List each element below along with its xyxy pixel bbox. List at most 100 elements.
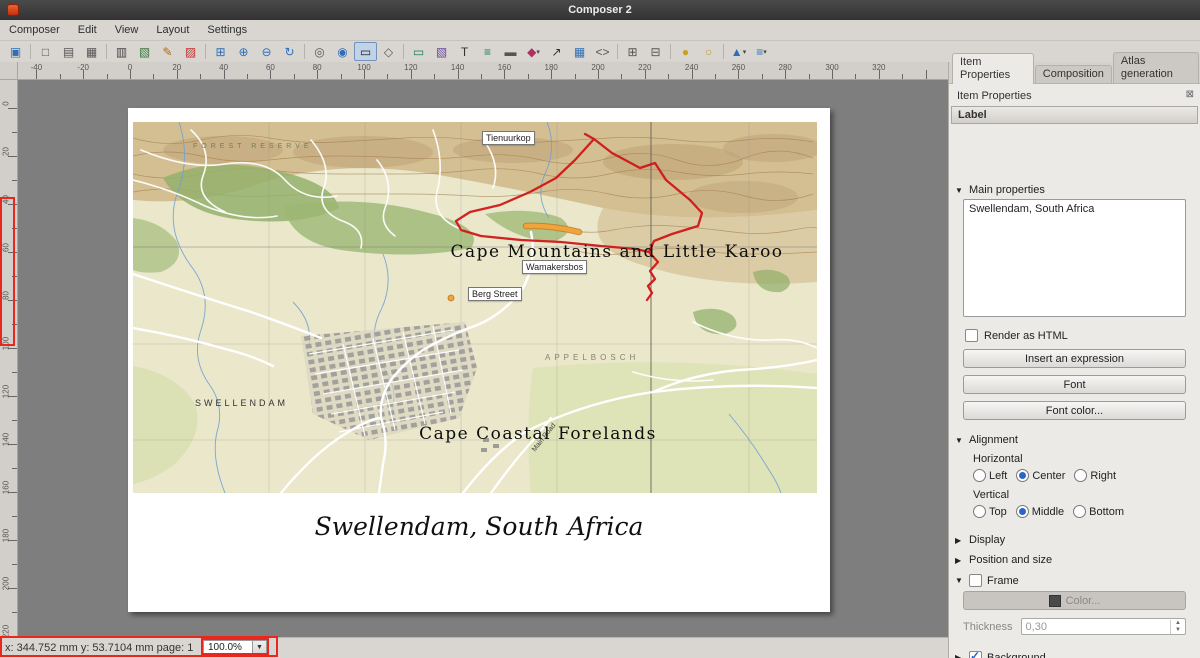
checkbox-icon xyxy=(965,329,978,342)
align-items-icon[interactable]: ≡▾ xyxy=(750,42,773,61)
ruler-label: 300 xyxy=(825,63,838,72)
section-alignment[interactable]: ▼ Alignment xyxy=(949,434,1200,446)
thickness-label: Thickness xyxy=(963,621,1013,633)
radio-icon xyxy=(973,505,986,518)
ruler-label: 200 xyxy=(2,575,11,593)
select-move-item-icon[interactable]: ▭ xyxy=(354,42,377,61)
ruler-label: 220 xyxy=(638,63,651,72)
composition-manager-icon[interactable]: ▦ xyxy=(80,42,103,61)
ruler-tick xyxy=(247,74,248,79)
section-background[interactable]: ▶ Background xyxy=(949,651,1200,658)
ruler-corner xyxy=(0,62,18,80)
align-top-radio[interactable]: Top xyxy=(973,505,1007,518)
add-label-icon[interactable]: T xyxy=(453,42,476,61)
color-swatch xyxy=(1049,595,1061,607)
move-content-icon[interactable]: ◇ xyxy=(377,42,400,61)
lock-items-icon[interactable]: ● xyxy=(674,42,697,61)
menu-layout[interactable]: Layout xyxy=(147,21,198,40)
ruler-label: 80 xyxy=(2,287,11,305)
add-arrow-icon[interactable]: ↗ xyxy=(545,42,568,61)
tab-composition[interactable]: Composition xyxy=(1035,65,1112,83)
thickness-spinbox[interactable]: 0,30 ▲▼ xyxy=(1021,618,1186,635)
ruler-label: 120 xyxy=(404,63,417,72)
composer-canvas[interactable]: FOREST RESERVE SWELLENDAM APPELBOSCH Mai… xyxy=(18,80,948,637)
add-table-icon[interactable]: ▦ xyxy=(568,42,591,61)
map-text-area: APPELBOSCH xyxy=(545,353,639,362)
map-item[interactable]: FOREST RESERVE SWELLENDAM APPELBOSCH Mai… xyxy=(133,122,817,493)
horizontal-alignment-options: Left Center Right xyxy=(973,469,1200,482)
radio-selected-icon xyxy=(1016,505,1029,518)
section-display[interactable]: ▶ Display xyxy=(949,534,1200,546)
new-composition-icon[interactable]: □ xyxy=(34,42,57,61)
map-label-forelands: Cape Coastal Forelands xyxy=(419,424,657,444)
section-frame[interactable]: ▼ Frame xyxy=(949,574,1200,587)
ruler-tick xyxy=(107,74,108,79)
ruler-label: 20 xyxy=(172,63,181,72)
save-icon[interactable]: ▣ xyxy=(4,42,27,61)
ruler-tick xyxy=(153,74,154,79)
raise-items-icon[interactable]: ▲▾ xyxy=(727,42,750,61)
tab-atlas-generation[interactable]: Atlas generation xyxy=(1113,52,1199,83)
menu-settings[interactable]: Settings xyxy=(198,21,256,40)
background-checkbox[interactable] xyxy=(969,651,982,658)
ruler-horizontal: -40-200204060801001201401601802002202402… xyxy=(18,62,948,80)
render-as-html-checkbox[interactable]: Render as HTML xyxy=(965,329,1184,342)
font-button[interactable]: Font xyxy=(963,375,1186,394)
dropdown-arrow-icon[interactable]: ▼ xyxy=(252,641,266,655)
zoom-tool-icon[interactable]: ◉ xyxy=(331,42,354,61)
zoom-in-icon[interactable]: ⊕ xyxy=(232,42,255,61)
section-position-and-size[interactable]: ▶ Position and size xyxy=(949,554,1200,566)
refresh-view-icon[interactable]: ↻ xyxy=(278,42,301,61)
align-center-radio[interactable]: Center xyxy=(1016,469,1065,482)
toolbar-separator xyxy=(30,44,31,59)
add-map-icon[interactable]: ▭ xyxy=(407,42,430,61)
ruler-label: 60 xyxy=(2,239,11,257)
zoom-out-icon[interactable]: ⊖ xyxy=(255,42,278,61)
align-left-radio[interactable]: Left xyxy=(973,469,1007,482)
label-text-input[interactable]: Swellendam, South Africa xyxy=(963,199,1186,317)
ruler-tick xyxy=(926,70,927,79)
export-pdf-icon[interactable]: ▨ xyxy=(179,42,202,61)
ungroup-items-icon[interactable]: ⊟ xyxy=(644,42,667,61)
align-right-radio[interactable]: Right xyxy=(1074,469,1116,482)
tab-item-properties[interactable]: Item Properties xyxy=(952,53,1034,84)
ruler-tick xyxy=(902,74,903,79)
composition-page[interactable]: FOREST RESERVE SWELLENDAM APPELBOSCH Mai… xyxy=(128,108,830,612)
toolbar-separator xyxy=(617,44,618,59)
callout-wamakersbos: Wamakersbos xyxy=(522,260,587,274)
label-item-title[interactable]: Swellendam, South Africa xyxy=(128,512,830,541)
menu-edit[interactable]: Edit xyxy=(69,21,106,40)
panel-close-icon[interactable]: ⊠ xyxy=(1186,89,1194,100)
menu-composer[interactable]: Composer xyxy=(0,21,69,40)
section-main-properties[interactable]: ▼ Main properties xyxy=(949,184,1200,196)
ruler-tick xyxy=(12,420,17,421)
export-svg-icon[interactable]: ✎ xyxy=(156,42,179,61)
export-image-icon[interactable]: ▧ xyxy=(133,42,156,61)
window-close-icon[interactable] xyxy=(7,4,19,16)
radio-icon xyxy=(973,469,986,482)
frame-checkbox[interactable] xyxy=(969,574,982,587)
zoom-full-icon[interactable]: ⊞ xyxy=(209,42,232,61)
menu-view[interactable]: View xyxy=(106,21,148,40)
add-legend-icon[interactable]: ≡ xyxy=(476,42,499,61)
font-color-button[interactable]: Font color... xyxy=(963,401,1186,420)
caret-right-icon: ▶ xyxy=(955,556,964,565)
print-icon[interactable]: ▥ xyxy=(110,42,133,61)
align-bottom-radio[interactable]: Bottom xyxy=(1073,505,1124,518)
toolbar-separator xyxy=(403,44,404,59)
unlock-items-icon[interactable]: ○ xyxy=(697,42,720,61)
frame-color-button[interactable]: Color... xyxy=(963,591,1186,610)
pan-icon[interactable]: ◎ xyxy=(308,42,331,61)
insert-expression-button[interactable]: Insert an expression xyxy=(963,349,1186,368)
add-html-icon[interactable]: <> xyxy=(591,42,614,61)
add-image-icon[interactable]: ▧ xyxy=(430,42,453,61)
add-shape-icon[interactable]: ◆▾ xyxy=(522,42,545,61)
group-items-icon[interactable]: ⊞ xyxy=(621,42,644,61)
zoom-combobox[interactable]: 100.0% ▼ xyxy=(203,640,267,656)
duplicate-composition-icon[interactable]: ▤ xyxy=(57,42,80,61)
ruler-label: 120 xyxy=(2,383,11,401)
spinner-arrows-icon[interactable]: ▲▼ xyxy=(1170,620,1185,634)
align-middle-radio[interactable]: Middle xyxy=(1016,505,1064,518)
ruler-label: 100 xyxy=(357,63,370,72)
add-scalebar-icon[interactable]: ▬ xyxy=(499,42,522,61)
